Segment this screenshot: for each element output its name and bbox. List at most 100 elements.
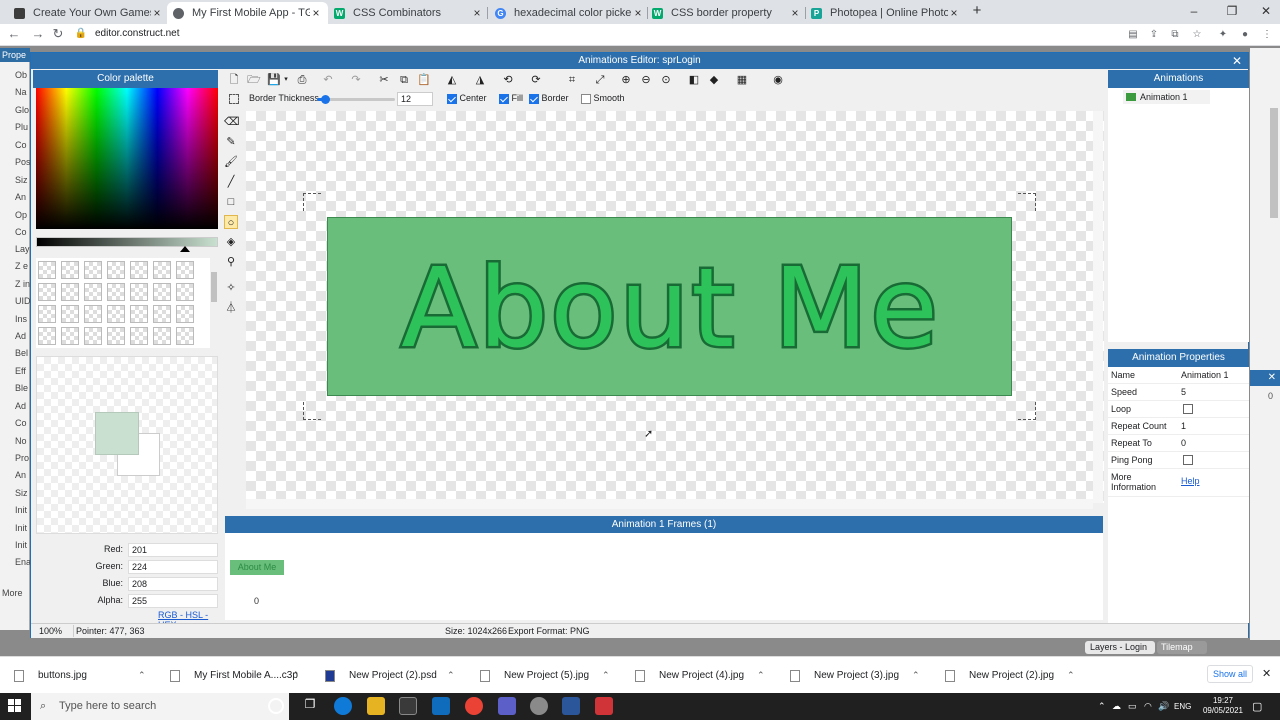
construct-taskbar-icon[interactable] bbox=[595, 697, 613, 715]
ellipse-icon[interactable]: ○ bbox=[224, 215, 238, 229]
swatch[interactable] bbox=[153, 261, 171, 279]
cortana-icon[interactable] bbox=[268, 698, 284, 714]
color-spectrum-picker[interactable] bbox=[36, 88, 218, 229]
swatch[interactable] bbox=[176, 305, 194, 323]
origin-point-icon[interactable]: ✧ bbox=[224, 281, 238, 295]
download-item[interactable]: New Project (2).psd ⌃ bbox=[325, 657, 465, 694]
swatch[interactable] bbox=[61, 305, 79, 323]
swatch[interactable] bbox=[153, 305, 171, 323]
download-item[interactable]: New Project (3).jpg ⌃ bbox=[790, 657, 930, 694]
resize-icon[interactable]: ⤢ bbox=[593, 73, 607, 87]
pencil-icon[interactable]: ✎ bbox=[224, 135, 238, 149]
swatch[interactable] bbox=[84, 327, 102, 345]
chevron-down-icon[interactable]: ▾ bbox=[279, 73, 293, 87]
copy-icon[interactable]: ⧉ bbox=[397, 73, 411, 87]
tilemap-tab[interactable]: Tilemap bbox=[1157, 641, 1207, 654]
chevron-up-icon[interactable]: ⌃ bbox=[1067, 670, 1075, 681]
new-file-icon[interactable]: 🗋 bbox=[227, 73, 241, 87]
close-tab-icon[interactable]: × bbox=[151, 6, 163, 20]
line-icon[interactable]: ╱ bbox=[224, 175, 238, 189]
close-downloads-icon[interactable]: ✕ bbox=[1262, 667, 1271, 680]
swatch[interactable] bbox=[61, 261, 79, 279]
red-input[interactable]: 201 bbox=[128, 543, 218, 557]
swatch[interactable] bbox=[176, 327, 194, 345]
swatch[interactable] bbox=[38, 327, 56, 345]
minimize-icon[interactable]: – bbox=[1181, 0, 1207, 24]
store-icon[interactable] bbox=[399, 697, 417, 715]
layers-tab[interactable]: Layers - Login bbox=[1085, 641, 1155, 654]
blue-input[interactable]: 208 bbox=[128, 577, 218, 591]
undo-icon[interactable]: ↶ bbox=[321, 73, 335, 87]
close-tab-icon[interactable]: × bbox=[310, 6, 322, 20]
canvas-vertical-scrollbar[interactable] bbox=[1093, 111, 1103, 503]
profile-avatar[interactable]: ● bbox=[1238, 28, 1252, 42]
chrome-taskbar-icon[interactable] bbox=[465, 697, 483, 715]
swatch[interactable] bbox=[38, 261, 56, 279]
tray-chevron-icon[interactable]: ⌃ bbox=[1098, 701, 1106, 712]
restore-icon[interactable]: ❐ bbox=[1219, 0, 1245, 24]
checkbox-box[interactable] bbox=[447, 93, 457, 104]
browser-tab-active[interactable]: My First Mobile App - TGG - Cor × bbox=[167, 2, 328, 24]
zoom-in-icon[interactable]: ⊕ bbox=[619, 73, 633, 87]
collision-polygon-icon[interactable]: ⏃ bbox=[224, 301, 238, 315]
file-explorer-icon[interactable] bbox=[367, 697, 385, 715]
scrollbar-thumb[interactable] bbox=[211, 272, 217, 302]
scrollbar-thumb[interactable] bbox=[1270, 108, 1278, 218]
extensions-icon[interactable]: ✦ bbox=[1216, 28, 1230, 42]
browser-tab[interactable]: Create Your Own Games - Free Tr × bbox=[8, 2, 169, 24]
battery-icon[interactable]: ▭ bbox=[1128, 701, 1137, 712]
frame-thumbnail[interactable]: About Me bbox=[230, 560, 284, 575]
swatch[interactable] bbox=[130, 305, 148, 323]
preview-icon[interactable]: ◉ bbox=[771, 73, 785, 87]
luminance-handle-icon[interactable] bbox=[180, 246, 190, 252]
animation-list-item[interactable]: Animation 1 bbox=[1123, 90, 1210, 104]
flip-horizontal-icon[interactable]: ◭ bbox=[445, 73, 459, 87]
swatch[interactable] bbox=[130, 261, 148, 279]
download-item[interactable]: New Project (5).jpg ⌃ bbox=[480, 657, 620, 694]
swatch-scrollbar[interactable] bbox=[210, 258, 218, 348]
reload-icon[interactable]: ↻ bbox=[50, 24, 66, 46]
help-link[interactable]: Help bbox=[1181, 476, 1247, 486]
download-item[interactable]: New Project (4).jpg ⌃ bbox=[635, 657, 775, 694]
paste-icon[interactable]: 📋 bbox=[417, 73, 431, 87]
swatch[interactable] bbox=[130, 327, 148, 345]
close-tab-icon[interactable]: × bbox=[471, 6, 483, 20]
swatch[interactable] bbox=[38, 305, 56, 323]
eyedropper-icon[interactable]: ⚲ bbox=[224, 255, 238, 269]
primary-color-swatch[interactable] bbox=[95, 412, 139, 455]
close-tab-icon[interactable]: × bbox=[948, 6, 960, 20]
redo-icon[interactable]: ↷ bbox=[349, 73, 363, 87]
chevron-up-icon[interactable]: ⌃ bbox=[138, 670, 146, 681]
window-close-icon[interactable]: ✕ bbox=[1253, 0, 1279, 24]
taskbar-search-input[interactable]: Type here to search bbox=[31, 693, 289, 720]
chevron-up-icon[interactable]: ⌃ bbox=[912, 670, 920, 681]
back-icon[interactable]: ← bbox=[6, 24, 22, 46]
brush-icon[interactable]: 🖌 bbox=[224, 155, 238, 169]
swatch[interactable] bbox=[176, 261, 194, 279]
chevron-up-icon[interactable]: ⌃ bbox=[757, 670, 765, 681]
browser-tab[interactable]: W CSS border property × bbox=[646, 2, 807, 24]
center-checkbox[interactable]: Center bbox=[447, 93, 487, 104]
checkbox-box[interactable] bbox=[529, 93, 539, 104]
green-input[interactable]: 224 bbox=[128, 560, 218, 574]
swatch[interactable] bbox=[107, 327, 125, 345]
ping-pong-checkbox[interactable] bbox=[1183, 455, 1193, 465]
rotate-cw-icon[interactable]: ⟳ bbox=[529, 73, 543, 87]
fill-checkbox[interactable]: Fill bbox=[499, 93, 523, 104]
close-icon[interactable]: ✕ bbox=[1250, 370, 1280, 386]
loop-checkbox[interactable] bbox=[1183, 404, 1193, 414]
background-toggle-icon[interactable]: ◧ bbox=[687, 73, 701, 87]
layers-icon[interactable]: ◆ bbox=[707, 73, 721, 87]
eraser-icon[interactable]: ⌫ bbox=[224, 115, 240, 129]
task-view-icon[interactable]: ❐ bbox=[301, 697, 319, 715]
grid-icon[interactable]: ▦ bbox=[735, 73, 749, 87]
network-icon[interactable]: ☁ bbox=[1112, 701, 1121, 712]
browser-tab[interactable]: G hexadecimal color picker - Goog × bbox=[489, 2, 650, 24]
notifications-icon[interactable]: ▢ bbox=[1252, 700, 1262, 713]
show-all-button[interactable]: Show all bbox=[1207, 665, 1253, 683]
swatch[interactable] bbox=[84, 261, 102, 279]
download-item[interactable]: New Project (2).jpg ⌃ bbox=[945, 657, 1085, 694]
zoom-out-icon[interactable]: ⊖ bbox=[639, 73, 653, 87]
selection-icon[interactable] bbox=[229, 94, 239, 104]
app-icon[interactable] bbox=[530, 697, 548, 715]
